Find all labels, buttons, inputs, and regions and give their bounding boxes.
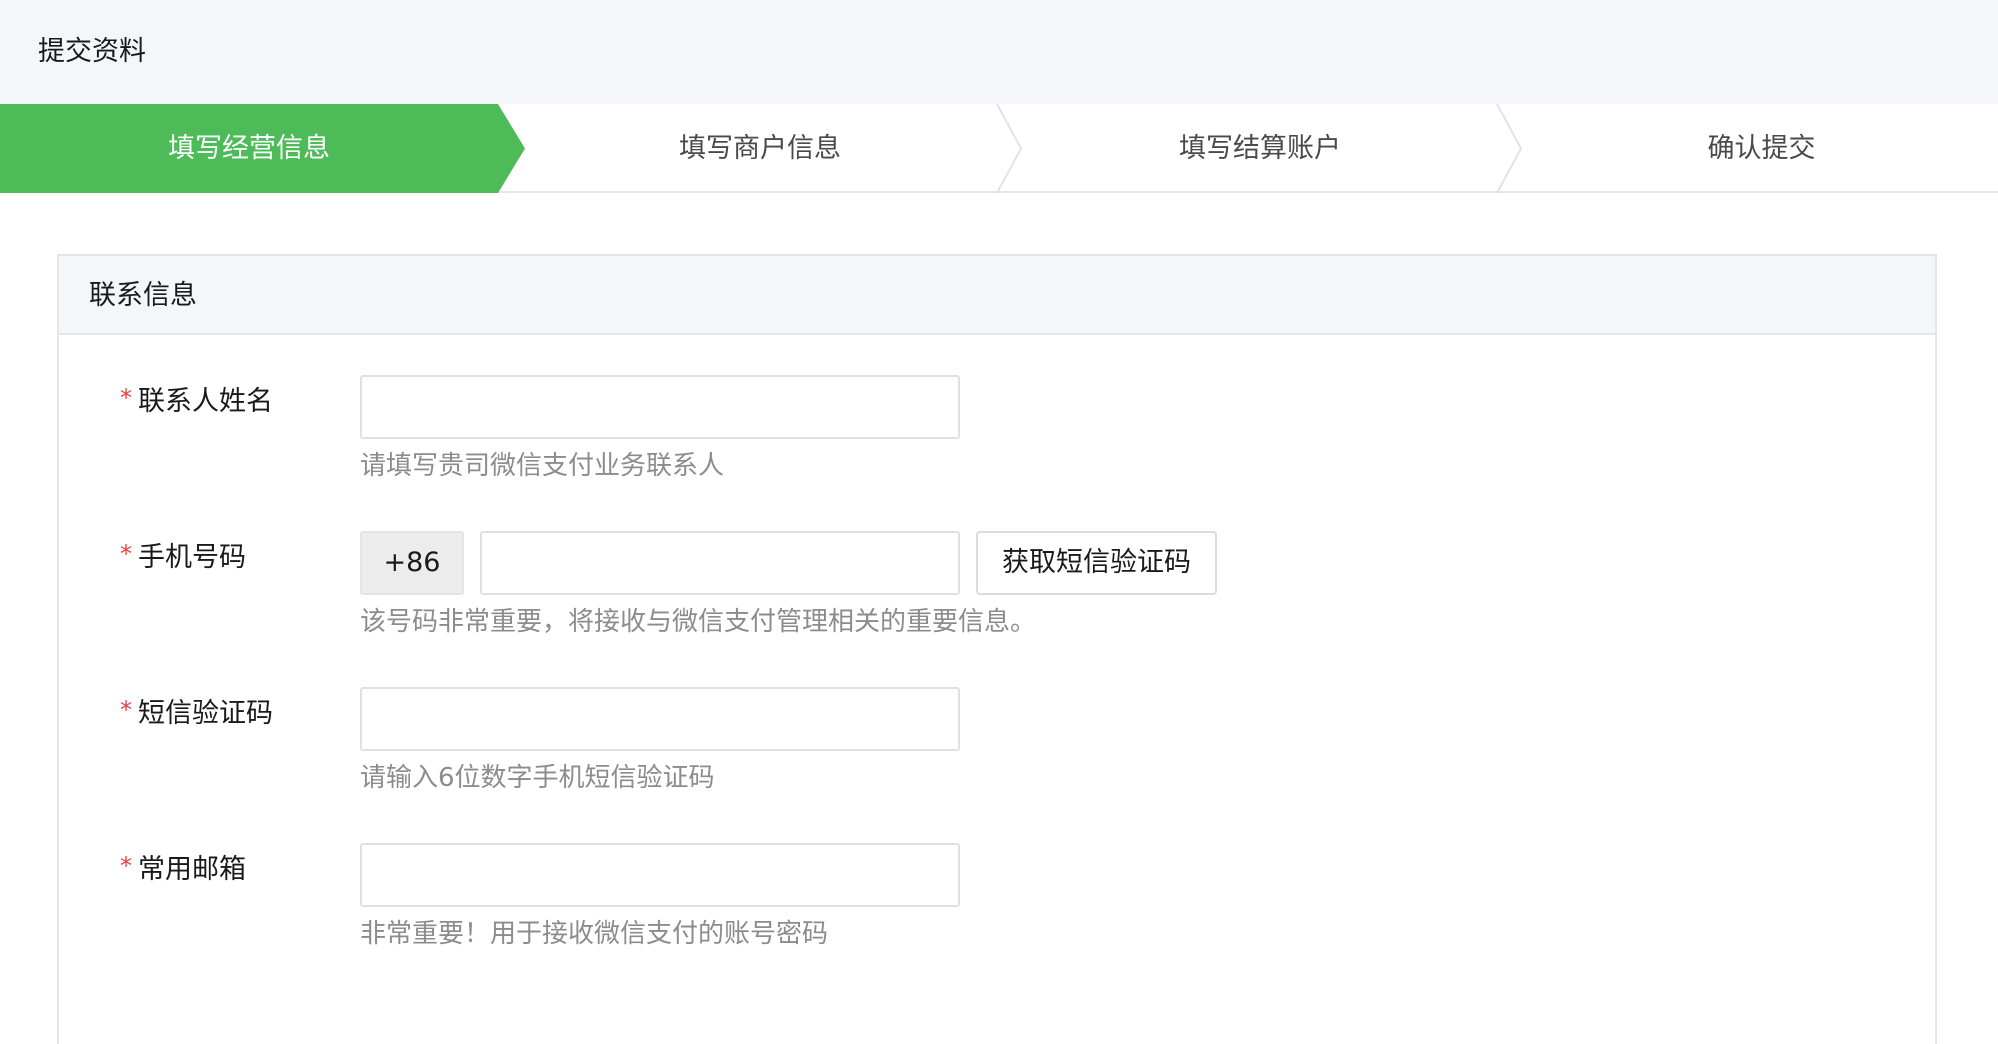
step-divider-chevron <box>996 104 1023 193</box>
contact-name-hint: 请填写贵司微信支付业务联系人 <box>360 451 725 481</box>
required-mark: * <box>120 852 132 880</box>
panel-header: 联系信息 <box>59 256 1935 335</box>
email-input[interactable] <box>360 843 960 907</box>
email-hint: 非常重要！用于接收微信支付的账号密码 <box>360 919 829 949</box>
step-2-fill-merchant-info: 填写商户信息 <box>679 133 841 164</box>
phone-label: * 手机号码 <box>120 540 246 573</box>
page-title: 提交资料 <box>38 36 146 67</box>
sms-code-label: * 短信验证码 <box>120 696 273 729</box>
phone-number-input[interactable] <box>480 531 960 595</box>
panel-title: 联系信息 <box>89 280 197 311</box>
phone-hint: 该号码非常重要，将接收与微信支付管理相关的重要信息。 <box>360 607 1037 637</box>
step-progress-bar: 填写经营信息 填写商户信息 填写结算账户 确认提交 <box>0 104 1998 193</box>
top-bar: 提交资料 <box>0 0 1998 104</box>
sms-code-input[interactable] <box>360 687 960 751</box>
step-divider-chevron <box>1496 104 1523 193</box>
contact-name-input[interactable] <box>360 375 960 439</box>
contact-name-label: * 联系人姓名 <box>120 384 273 417</box>
step-3-fill-settlement-account: 填写结算账户 <box>1179 133 1341 164</box>
country-code-prefix: +86 <box>360 531 464 595</box>
required-mark: * <box>120 696 132 724</box>
required-mark: * <box>120 384 132 412</box>
required-mark: * <box>120 540 132 568</box>
step-4-confirm-submit: 确认提交 <box>1707 133 1816 164</box>
email-label: * 常用邮箱 <box>120 852 246 885</box>
step-1-fill-business-info: 填写经营信息 <box>168 133 330 164</box>
get-sms-code-button[interactable]: 获取短信验证码 <box>976 531 1217 595</box>
sms-code-hint: 请输入6位数字手机短信验证码 <box>360 763 715 793</box>
contact-info-panel: 联系信息 * 联系人姓名 请填写贵司微信支付业务联系人 * 手机号码 +86 获取短… <box>57 254 1937 1044</box>
